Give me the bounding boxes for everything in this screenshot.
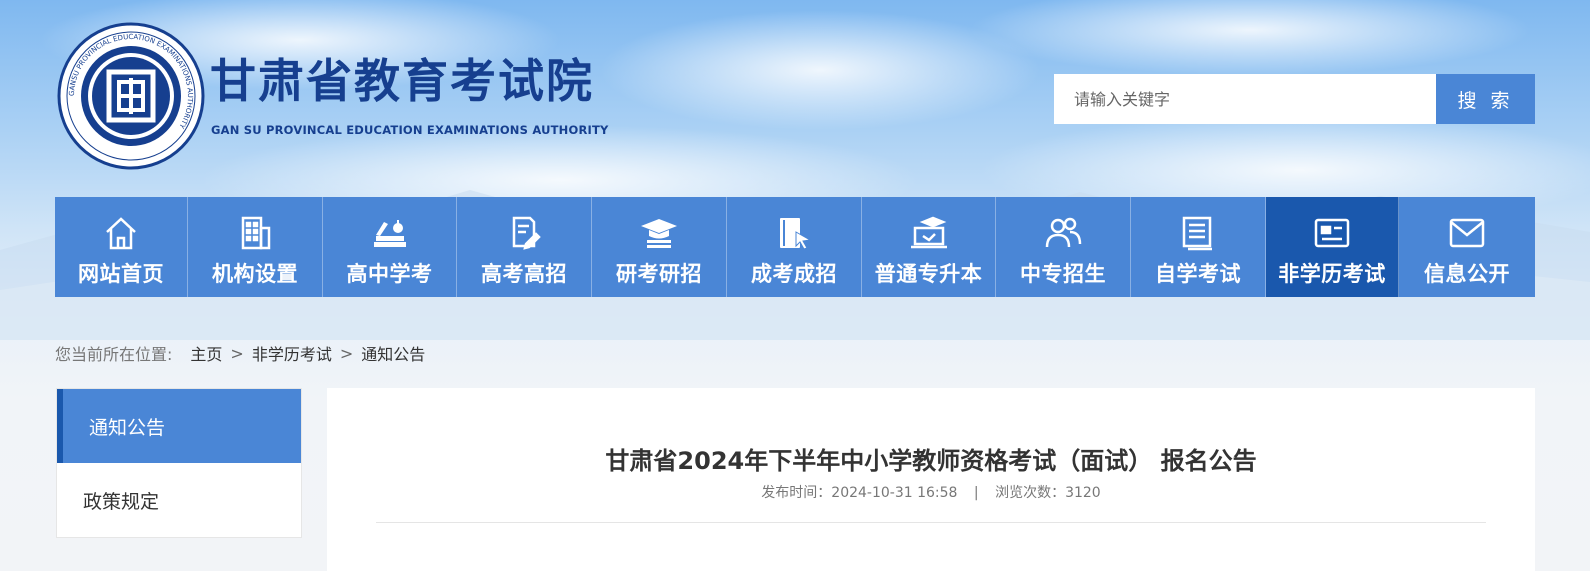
nav-label: 网站首页	[78, 262, 164, 286]
nav-item-adult-exam[interactable]: 成考成招	[727, 197, 862, 297]
site-title[interactable]: 甘肃省教育考试院	[210, 58, 594, 104]
title-divider	[376, 522, 1486, 523]
users-icon	[1045, 217, 1082, 248]
nav-label: 中专招生	[1020, 262, 1106, 286]
sidebar-item-notices[interactable]: 通知公告	[57, 389, 301, 463]
nav-label: 普通专升本	[874, 262, 983, 286]
book-pointer-icon	[780, 218, 812, 250]
nav-item-non-degree-exam[interactable]: 非学历考试	[1266, 197, 1399, 297]
id-card-icon	[1314, 218, 1350, 248]
breadcrumb-separator: >	[339, 343, 354, 363]
institution-logo[interactable]: GANSU PROVINCIAL EDUCATION EXAMINATIONS …	[57, 22, 205, 170]
meta-divider: |	[973, 485, 979, 501]
building-icon	[241, 216, 271, 250]
mail-icon	[1449, 218, 1485, 248]
laptop-cap-icon	[910, 216, 947, 249]
nav-label: 成考成招	[751, 262, 837, 286]
nav-item-high-school-exam[interactable]: 高中学考	[323, 197, 457, 297]
notebook-icon	[1182, 216, 1212, 251]
nav-label: 机构设置	[212, 262, 298, 286]
breadcrumb-link-home[interactable]: 主页	[190, 341, 222, 365]
nav-item-self-study[interactable]: 自学考试	[1131, 197, 1266, 297]
nav-label: 研考研招	[616, 262, 702, 286]
main-nav: 网站首页 机构设置 高中学考 高考高招 研考研招 成考成招 普通专升本 中专招生…	[55, 197, 1535, 297]
sidebar: 通知公告 政策规定	[56, 388, 302, 538]
article-title: 甘肃省2024年下半年中小学教师资格考试（面试） 报名公告	[605, 447, 1257, 475]
nav-item-information[interactable]: 信息公开	[1399, 197, 1535, 297]
search-bar: 搜 索	[1054, 74, 1535, 124]
graduation-cap-icon	[641, 219, 677, 248]
breadcrumb: 您当前所在位置: 主页 > 非学历考试 > 通知公告	[55, 341, 425, 365]
nav-item-upgrade-exam[interactable]: 普通专升本	[862, 197, 996, 297]
nav-label: 高考高招	[481, 262, 567, 286]
nav-item-gaokao[interactable]: 高考高招	[457, 197, 592, 297]
books-icon	[373, 220, 406, 247]
nav-label: 信息公开	[1424, 262, 1510, 286]
breadcrumb-link-non-degree[interactable]: 非学历考试	[252, 341, 332, 365]
sidebar-item-policies[interactable]: 政策规定	[57, 463, 301, 537]
nav-label: 自学考试	[1155, 262, 1241, 286]
breadcrumb-link-notices[interactable]: 通知公告	[361, 341, 425, 365]
nav-label: 高中学考	[346, 262, 433, 286]
search-button[interactable]: 搜 索	[1436, 74, 1535, 124]
search-input[interactable]	[1054, 74, 1436, 124]
nav-item-home[interactable]: 网站首页	[55, 197, 188, 297]
nav-item-organization[interactable]: 机构设置	[188, 197, 323, 297]
view-count: 浏览次数：3120	[995, 485, 1101, 501]
breadcrumb-prefix: 您当前所在位置:	[55, 345, 173, 364]
nav-item-vocational[interactable]: 中专招生	[996, 197, 1131, 297]
document-pen-icon	[512, 216, 541, 250]
nav-item-postgraduate[interactable]: 研考研招	[592, 197, 727, 297]
breadcrumb-separator: >	[230, 343, 244, 363]
home-icon	[106, 217, 136, 250]
article-meta: 发布时间：2024-10-31 16:58 | 浏览次数：3120	[327, 482, 1535, 502]
publish-time: 发布时间：2024-10-31 16:58	[761, 485, 958, 501]
nav-label: 非学历考试	[1278, 262, 1386, 286]
site-subtitle: GAN SU PROVINCAL EDUCATION EXAMINATIONS …	[211, 123, 609, 137]
article-panel: 甘肃省2024年下半年中小学教师资格考试（面试） 报名公告 发布时间：2024-…	[327, 388, 1535, 571]
